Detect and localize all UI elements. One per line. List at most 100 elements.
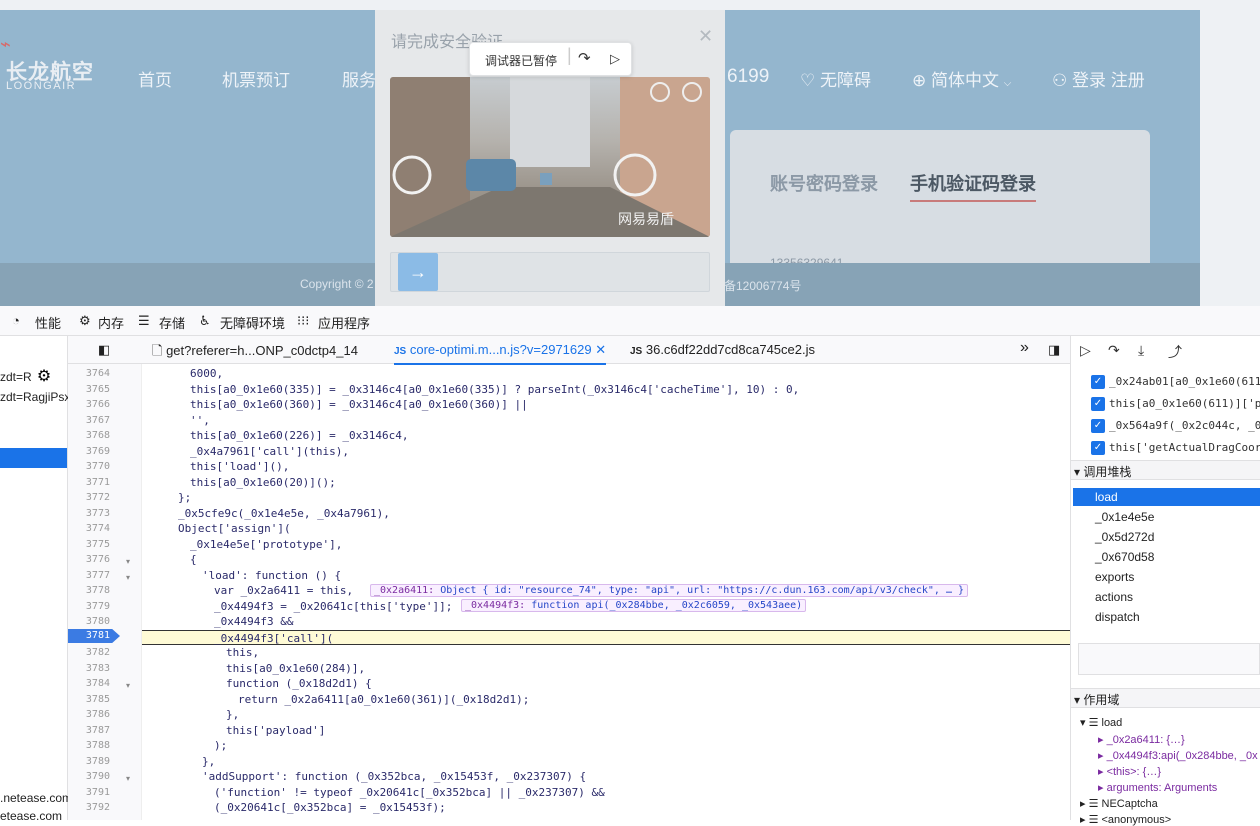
breakpoint-checkbox[interactable]: ✓ xyxy=(1091,419,1105,433)
tab-performance[interactable]: 性能 xyxy=(35,313,61,332)
scope-var[interactable]: ▸ <this>: {…} xyxy=(1098,765,1161,778)
line-number[interactable]: 3772 xyxy=(68,492,110,503)
tab-memory[interactable]: 内存 xyxy=(98,313,124,332)
line-number[interactable]: 3789 xyxy=(68,756,110,767)
line-number[interactable]: 3764 xyxy=(68,368,110,379)
call-stack-frame[interactable]: actions xyxy=(1095,590,1133,604)
code-line: _0x4494f3['call']( xyxy=(142,629,1070,645)
call-stack-frame[interactable]: _0x5d272d xyxy=(1095,530,1154,544)
breakpoint-item[interactable]: _0x24ab01[a0_0x1e60(611)] xyxy=(1109,375,1260,388)
line-number[interactable]: 3779 xyxy=(68,601,110,612)
step-in-icon[interactable]: ⤓ xyxy=(1138,342,1144,359)
captcha-watermark: 网易易盾 xyxy=(618,211,674,227)
nav-booking[interactable]: 机票预订 xyxy=(222,66,290,91)
line-number[interactable]: 3775 xyxy=(68,539,110,550)
call-stack-frame[interactable]: _0x1e4e5e xyxy=(1095,510,1154,524)
line-number[interactable]: 3771 xyxy=(68,477,110,488)
breakpoint-checkbox[interactable]: ✓ xyxy=(1091,441,1105,455)
close-icon[interactable]: ✕ xyxy=(698,26,713,47)
line-number[interactable]: 3778 xyxy=(68,585,110,596)
tab-storage[interactable]: 存储 xyxy=(159,313,185,332)
breakpoint-checkbox[interactable]: ✓ xyxy=(1091,397,1105,411)
call-stack-frame[interactable]: _0x670d58 xyxy=(1095,550,1154,564)
scope-load[interactable]: ▾ ☰ load xyxy=(1080,716,1122,729)
line-number[interactable]: 3774 xyxy=(68,523,110,534)
call-stack-frame[interactable]: load xyxy=(1095,490,1118,504)
line-number[interactable]: 3780 xyxy=(68,616,110,627)
breakpoint-item[interactable]: this['getActualDragCoordi xyxy=(1109,441,1260,454)
tree-item[interactable]: etease.com xyxy=(0,809,62,823)
tab-password-login[interactable]: 账号密码登录 xyxy=(770,170,878,196)
line-number[interactable]: 3791 xyxy=(68,787,110,798)
scope-necaptcha[interactable]: ▸ ☰ NECaptcha xyxy=(1080,797,1158,810)
step-over-icon[interactable]: ↷ xyxy=(578,49,591,67)
tab-get-referer[interactable]: 🗋 get?referer=h...ONP_c0dctp4_14 xyxy=(152,342,358,364)
breakpoint-item[interactable]: _0x564a9f(_0x2c044c, _0x1 xyxy=(1109,419,1260,432)
scope-var[interactable]: ▸ _0x2a6411: {…} xyxy=(1098,733,1185,746)
breakpoint-item[interactable]: this[a0_0x1e60(611)]['pus xyxy=(1109,397,1260,410)
line-number[interactable]: 3767 xyxy=(68,415,110,426)
line-number[interactable]: 3785 xyxy=(68,694,110,705)
line-number[interactable]: 3782 xyxy=(68,647,110,658)
tab-accessibility[interactable]: 无障碍环境 xyxy=(220,313,285,332)
more-tabs-icon[interactable]: » xyxy=(1020,339,1029,357)
line-number[interactable]: 3787 xyxy=(68,725,110,736)
line-number[interactable]: 3783 xyxy=(68,663,110,674)
line-number[interactable]: 3766 xyxy=(68,399,110,410)
toggle-debugger-icon[interactable]: ◨ xyxy=(1048,342,1060,358)
line-number[interactable]: 3773 xyxy=(68,508,110,519)
login-link[interactable]: ⚇ 登录 注册 xyxy=(1052,66,1145,91)
captcha-slider-track[interactable] xyxy=(390,252,710,292)
line-number[interactable]: 3769 xyxy=(68,446,110,457)
line-number[interactable]: 3792 xyxy=(68,802,110,813)
call-stack-header[interactable]: ▾ 调用堆栈 xyxy=(1074,463,1131,480)
line-number[interactable]: 3777 xyxy=(68,570,110,581)
call-stack-frame[interactable]: dispatch xyxy=(1095,610,1140,624)
breakpoint-marker[interactable]: 3781 xyxy=(68,629,120,643)
line-number[interactable]: 3770 xyxy=(68,461,110,472)
fold-toggle-icon[interactable]: ▾ xyxy=(126,774,130,783)
fold-toggle-icon[interactable]: ▾ xyxy=(126,573,130,582)
tab-36-js[interactable]: JS 36.c6df22dd7cd8ca745ce2.js xyxy=(630,342,815,357)
watch-input[interactable] xyxy=(1078,643,1260,675)
tree-item[interactable]: zdt=RagjiPsx xyxy=(0,390,70,404)
resume-icon[interactable]: ▷ xyxy=(610,51,620,67)
scope-var[interactable]: ▸ arguments: Arguments xyxy=(1098,781,1217,794)
line-number[interactable]: 3786 xyxy=(68,709,110,720)
line-number[interactable]: 3788 xyxy=(68,740,110,751)
fold-toggle-icon[interactable]: ▾ xyxy=(126,681,130,690)
call-stack-frame[interactable]: exports xyxy=(1095,570,1134,584)
code-line: function (_0x18d2d1) { xyxy=(226,677,372,690)
tree-item[interactable]: zdt=R xyxy=(0,370,32,384)
resume-icon[interactable]: ▷ xyxy=(1080,342,1091,359)
step-over-icon[interactable]: ↷ xyxy=(1108,342,1120,359)
line-number[interactable]: 3790 xyxy=(68,771,110,782)
scope-var[interactable]: ▸ _0x4494f3:api(_0x284bbe, _0x xyxy=(1098,749,1258,762)
register-link: 注册 xyxy=(1110,71,1145,90)
breakpoint-checkbox[interactable]: ✓ xyxy=(1091,375,1105,389)
fold-toggle-icon[interactable]: ▾ xyxy=(126,557,130,566)
settings-gear-icon[interactable]: ⚙ xyxy=(32,366,56,388)
inline-preview-2a6411: _0x2a6411: Object { id: "resource_74", t… xyxy=(370,584,969,597)
storage-icon: ☰ xyxy=(138,313,150,328)
tab-sms-login[interactable]: 手机验证码登录 xyxy=(910,170,1036,196)
nav-service[interactable]: 服务 xyxy=(342,66,376,91)
line-number[interactable]: 3784 xyxy=(68,678,110,689)
captcha-slider-handle[interactable]: → xyxy=(398,253,438,291)
code-line: }, xyxy=(202,754,216,768)
language-select[interactable]: ⊕ 简体中文 ⌵ xyxy=(912,66,1011,91)
sources-tree: zdt=R ⚙ zdt=RagjiPsx .netease.com etease… xyxy=(0,336,72,823)
tree-item[interactable]: .netease.com xyxy=(0,791,72,805)
tab-core-optimi[interactable]: JS core-optimi.m...n.js?v=2971629 ✕ xyxy=(394,342,607,365)
step-out-icon[interactable]: ⤴ xyxy=(1168,342,1182,362)
line-number[interactable]: 3765 xyxy=(68,384,110,395)
tree-item-selected[interactable] xyxy=(0,448,67,468)
line-number[interactable]: 3776 xyxy=(68,554,110,565)
globe-icon: ⊕ xyxy=(912,71,927,90)
toggle-sidebar-icon[interactable]: ◧ xyxy=(98,342,110,358)
tab-application[interactable]: 应用程序 xyxy=(318,313,370,332)
line-number[interactable]: 3768 xyxy=(68,430,110,441)
accessibility-link[interactable]: ♡ 无障碍 xyxy=(800,66,871,91)
scope-header[interactable]: ▾ 作用域 xyxy=(1074,691,1119,708)
nav-home[interactable]: 首页 xyxy=(138,66,172,91)
